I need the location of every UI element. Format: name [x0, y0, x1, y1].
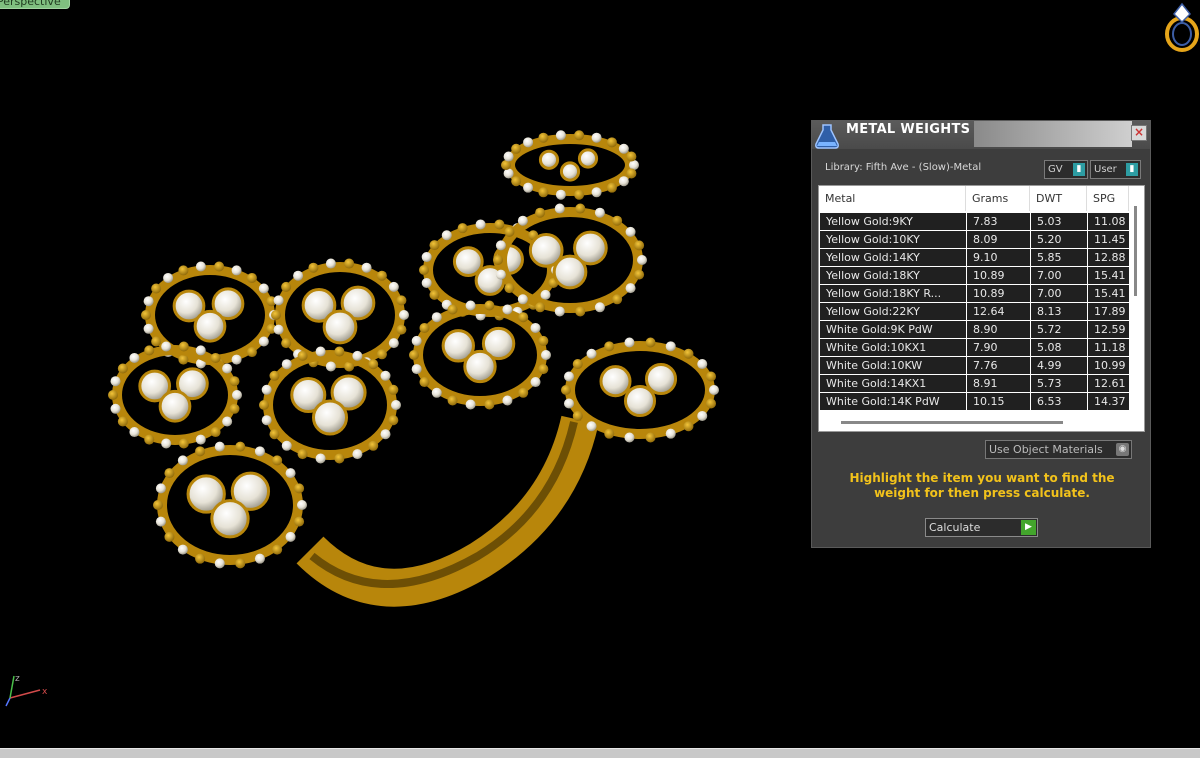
table-cell: 12.61	[1088, 375, 1129, 392]
table-cell: 12.64	[967, 303, 1030, 320]
instructions-text: Highlight the item you want to find the …	[849, 471, 1115, 500]
column-header-grams[interactable]: Grams	[966, 186, 1030, 211]
dropdown-arrow-icon: ▮	[1126, 163, 1138, 176]
table-cell: Yellow Gold:9KY	[820, 213, 966, 230]
table-row[interactable]: White Gold:9K PdW 8.90 5.72 12.59	[820, 321, 1129, 339]
table-cell: White Gold:9K PdW	[820, 321, 966, 338]
horizontal-scrollbar[interactable]	[841, 421, 1063, 424]
svg-text:x: x	[42, 687, 48, 697]
dropdown-arrow-icon: ◉	[1116, 443, 1129, 456]
table-row[interactable]: White Gold:14KX1 8.91 5.73 12.61	[820, 375, 1129, 393]
table-cell: 10.89	[967, 285, 1030, 302]
table-row[interactable]: Yellow Gold:10KY 8.09 5.20 11.45	[820, 231, 1129, 249]
table-cell: 7.00	[1031, 285, 1087, 302]
axis-gizmo-icon: x z	[5, 674, 48, 707]
table-cell: 9.10	[967, 249, 1030, 266]
table-cell: 8.91	[967, 375, 1030, 392]
table-cell: Yellow Gold:22KY	[820, 303, 966, 320]
table-row[interactable]: Yellow Gold:14KY 9.10 5.85 12.88	[820, 249, 1129, 267]
table-body: Yellow Gold:9KY 7.83 5.03 11.08 Yellow Gold:…	[820, 213, 1129, 411]
metal-weights-flask-icon	[815, 124, 839, 149]
panel-titlebar[interactable]: METAL WEIGHTS ×	[812, 121, 1150, 149]
table-cell: 12.88	[1088, 249, 1129, 266]
table-cell: 6.53	[1031, 393, 1087, 410]
table-cell: 7.76	[967, 357, 1030, 374]
table-cell: 5.72	[1031, 321, 1087, 338]
table-row[interactable]: White Gold:14K PdW 10.15 6.53 14.37	[820, 393, 1129, 411]
table-cell: 14.37	[1088, 393, 1129, 410]
dropdown-arrow-icon: ▮	[1073, 163, 1085, 176]
table-cell: 8.90	[967, 321, 1030, 338]
table-cell: 5.73	[1031, 375, 1087, 392]
svg-text:z: z	[15, 674, 20, 684]
table-cell: 5.03	[1031, 213, 1087, 230]
column-header-metal[interactable]: Metal	[819, 186, 966, 211]
panel-title: METAL WEIGHTS	[846, 122, 971, 137]
table-cell: 10.15	[967, 393, 1030, 410]
table-cell: 15.41	[1088, 267, 1129, 284]
user-dropdown-label: User	[1094, 164, 1117, 175]
use-object-materials-dropdown[interactable]: Use Object Materials ◉	[985, 440, 1132, 459]
table-cell: White Gold:14KX1	[820, 375, 966, 392]
table-header: Metal Grams DWT SPG	[819, 186, 1129, 211]
table-cell: 4.99	[1031, 357, 1087, 374]
gv-dropdown-label: GV	[1048, 164, 1063, 175]
table-cell: 10.89	[967, 267, 1030, 284]
table-cell: White Gold:10KX1	[820, 339, 966, 356]
table-cell: Yellow Gold:14KY	[820, 249, 966, 266]
table-cell: 5.85	[1031, 249, 1087, 266]
table-cell: 8.13	[1031, 303, 1087, 320]
table-cell: 11.45	[1088, 231, 1129, 248]
table-cell: 7.00	[1031, 267, 1087, 284]
library-label: Library: Fifth Ave - (Slow)-Metal	[825, 162, 982, 173]
table-cell: 8.09	[967, 231, 1030, 248]
calculate-button[interactable]: Calculate ▶	[925, 518, 1038, 537]
close-icon[interactable]: ×	[1131, 125, 1147, 141]
column-header-dwt[interactable]: DWT	[1030, 186, 1087, 211]
table-cell: 7.90	[967, 339, 1030, 356]
table-cell: 5.08	[1031, 339, 1087, 356]
table-cell: 11.08	[1088, 213, 1129, 230]
table-cell: 10.99	[1088, 357, 1129, 374]
table-row[interactable]: Yellow Gold:18KY 10.89 7.00 15.41	[820, 267, 1129, 285]
table-row[interactable]: Yellow Gold:22KY 12.64 8.13 17.89	[820, 303, 1129, 321]
table-row[interactable]: White Gold:10KX1 7.90 5.08 11.18	[820, 339, 1129, 357]
table-cell: 5.20	[1031, 231, 1087, 248]
calculate-label: Calculate	[929, 521, 981, 534]
ring-logo-icon	[1165, 2, 1199, 52]
table-cell: 17.89	[1088, 303, 1129, 320]
table-row[interactable]: Yellow Gold:18KY R... 10.89 7.00 15.41	[820, 285, 1129, 303]
table-row[interactable]: White Gold:10KW 7.76 4.99 10.99	[820, 357, 1129, 375]
metal-weights-panel: METAL WEIGHTS × Library: Fifth Ave - (Sl…	[811, 120, 1151, 548]
table-cell: 7.83	[967, 213, 1030, 230]
table-cell: 15.41	[1088, 285, 1129, 302]
table-cell: White Gold:14K PdW	[820, 393, 966, 410]
viewport-label[interactable]: Perspective	[0, 0, 70, 9]
table-cell: 11.18	[1088, 339, 1129, 356]
table-cell: Yellow Gold:18KY R...	[820, 285, 966, 302]
table-cell: White Gold:10KW	[820, 357, 966, 374]
column-header-spg[interactable]: SPG	[1087, 186, 1129, 211]
table-cell: Yellow Gold:18KY	[820, 267, 966, 284]
table-row[interactable]: Yellow Gold:9KY 7.83 5.03 11.08	[820, 213, 1129, 231]
table-cell: Yellow Gold:10KY	[820, 231, 966, 248]
metal-table[interactable]: Metal Grams DWT SPG Yellow Gold:9KY 7.83 5…	[818, 185, 1145, 432]
ring-model-render[interactable]	[80, 120, 740, 610]
user-dropdown[interactable]: User ▮	[1090, 160, 1141, 179]
table-cell: 12.59	[1088, 321, 1129, 338]
use-object-materials-label: Use Object Materials	[989, 443, 1103, 456]
play-icon: ▶	[1021, 520, 1036, 535]
vertical-scrollbar[interactable]	[1134, 206, 1137, 296]
gv-dropdown[interactable]: GV ▮	[1044, 160, 1088, 179]
